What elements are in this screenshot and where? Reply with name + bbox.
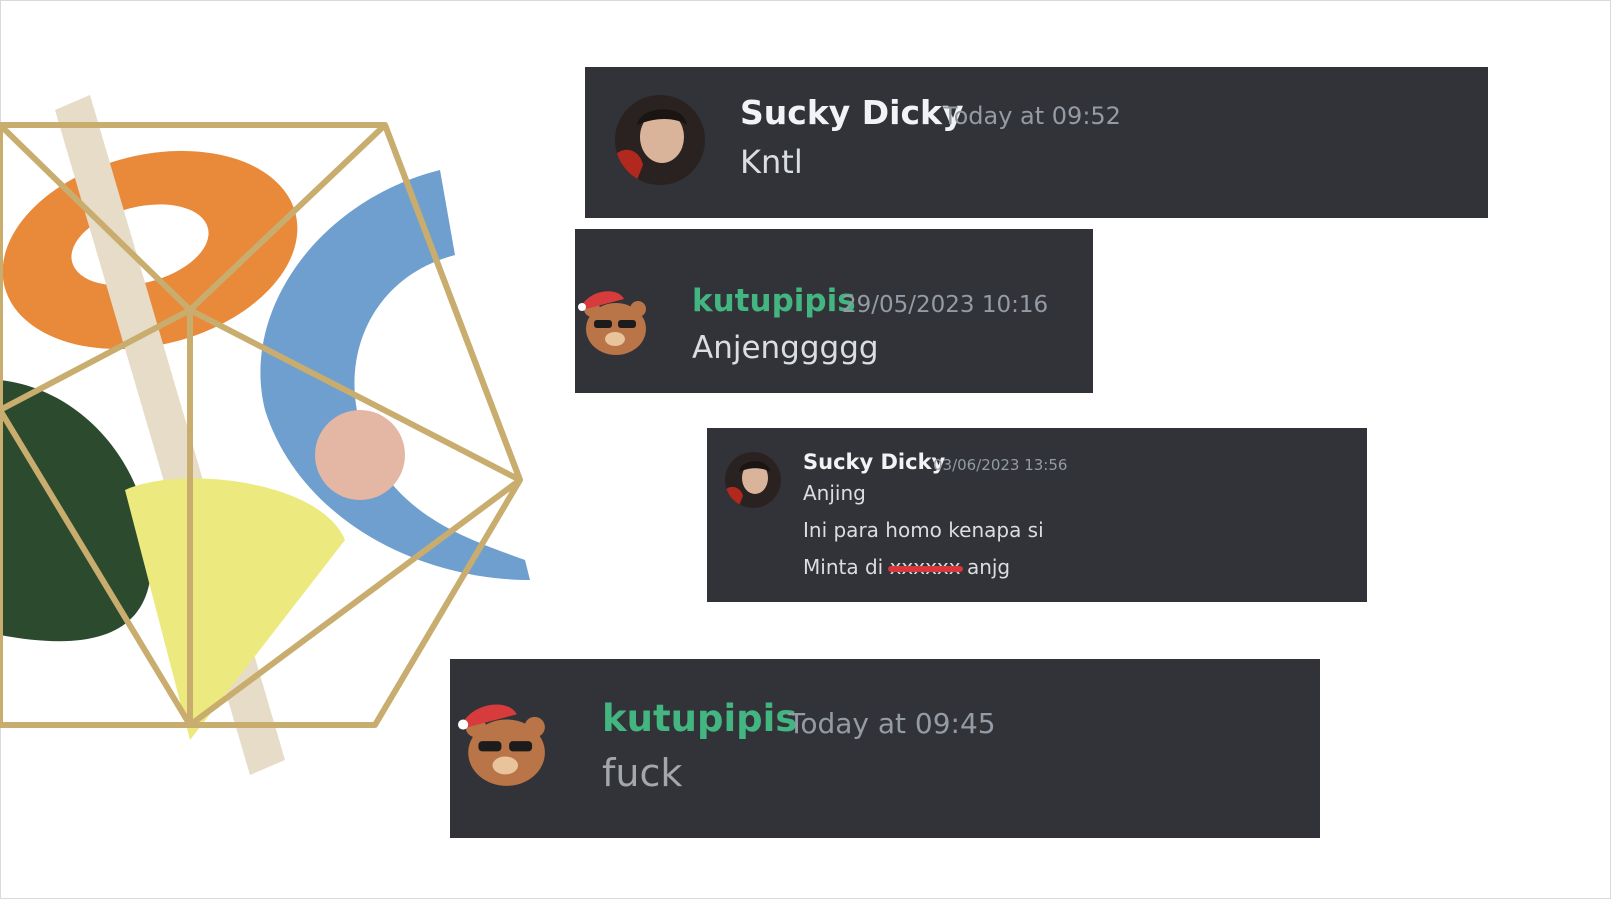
chat-message-card: Sucky Dicky 03/06/2023 13:56 Anjing Ini … xyxy=(707,428,1367,602)
green-leaf-shape xyxy=(0,380,151,642)
message-text: Minta di xxxxxx anjg xyxy=(803,555,1010,579)
message-text: Kntl xyxy=(740,143,803,181)
pink-sphere-shape xyxy=(315,410,405,500)
profile-photo-avatar[interactable] xyxy=(615,95,705,185)
redacted-word: xxxxxx xyxy=(889,555,961,579)
message-timestamp: Today at 09:45 xyxy=(788,707,996,740)
chat-message-card: kutupipis 29/05/2023 10:16 Anjenggggg xyxy=(575,229,1093,393)
chat-message-card: kutupipis Today at 09:45 fuck xyxy=(450,659,1320,838)
message-text: Anjenggggg xyxy=(692,330,879,366)
username[interactable]: kutupipis xyxy=(602,697,797,740)
message-timestamp: Today at 09:52 xyxy=(943,102,1121,130)
message-timestamp: 03/06/2023 13:56 xyxy=(933,456,1068,474)
message-timestamp: 29/05/2023 10:16 xyxy=(842,292,1049,318)
message-text-prefix: Minta di xyxy=(803,555,884,579)
username[interactable]: kutupipis xyxy=(692,283,856,319)
message-text: fuck xyxy=(602,751,683,795)
chat-message-card: Sucky Dicky Today at 09:52 Kntl xyxy=(585,67,1488,218)
message-text-suffix: anjg xyxy=(966,555,1011,579)
message-text: Ini para homo kenapa si xyxy=(803,518,1044,542)
message-text: Anjing xyxy=(803,481,866,505)
profile-photo-avatar[interactable] xyxy=(725,452,781,508)
bear-with-santa-hat-avatar[interactable] xyxy=(578,287,650,359)
username[interactable]: Sucky Dicky xyxy=(803,450,945,474)
username[interactable]: Sucky Dicky xyxy=(740,93,964,132)
bear-with-santa-hat-avatar[interactable] xyxy=(458,699,550,791)
